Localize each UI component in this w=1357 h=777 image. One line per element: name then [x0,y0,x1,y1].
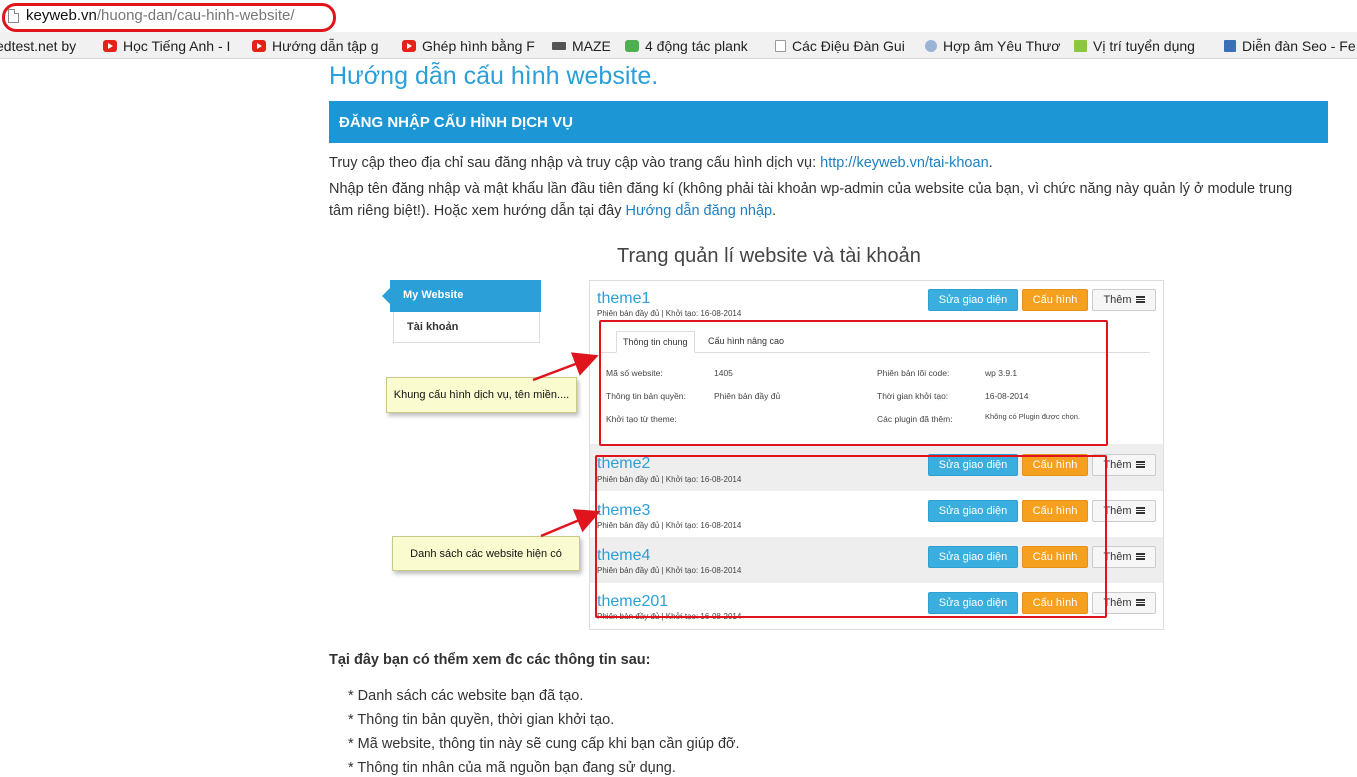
service-frame-note: Khung cấu hình dịch vụ, tên miền.... [386,377,577,413]
configure-button[interactable]: Cấu hình [1022,289,1088,311]
list-icon [1135,553,1145,560]
website-list-highlight [595,455,1107,618]
sidebar-item-my-website[interactable]: My Website [382,280,541,312]
website-meta: Phiên bản đầy đủ | Khởi tạo: 16-08-2014 [597,309,742,318]
edit-theme-button[interactable]: Sửa giao diện [928,289,1018,311]
bookmark-item[interactable]: 4 động tác plank [625,36,759,55]
bookmark-item[interactable]: Ghép hình bằng F [402,36,538,55]
youtube-icon [402,39,416,52]
page-icon [775,39,786,52]
address-bar[interactable]: keyweb.vn/huong-dan/cau-hinh-website/ [0,0,1357,32]
stack-icon [1224,39,1236,52]
login-guide-link[interactable]: Hướng dẫn đăng nhập [625,203,772,219]
maze-icon [552,41,566,50]
intro-paragraph: Truy cập theo địa chỉ sau đăng nhập và t… [329,155,993,171]
list-icon [1135,507,1145,514]
bookmark-item[interactable]: MAZE [552,36,614,55]
page-title: Hướng dẫn cấu hình website. [329,62,659,90]
list-item: * Mã website, thông tin này sẽ cung cấp … [348,736,740,752]
sidebar-item-account[interactable]: Tài khoản [407,321,458,333]
account-sidebar: My Website Tài khoản [382,280,541,343]
list-item: * Thông tin nhân của mã nguồn bạn đang s… [348,760,676,776]
website-name[interactable]: theme1 [597,290,650,308]
fs-icon [625,39,639,52]
youtube-icon [103,39,117,52]
bookmark-item[interactable]: edtest.net by [0,36,82,55]
list-icon [1135,599,1145,606]
disc-icon [925,39,937,52]
bookmark-item[interactable]: Các Điệu Đàn Gui [775,36,913,55]
list-item: * Danh sách các website bạn đã tạo. [348,688,584,704]
bookmark-item[interactable]: Diễn đàn Seo - Fe [1224,36,1357,55]
login-paragraph: Nhập tên đăng nhập và mật khẩu lần đầu t… [329,181,1293,219]
website-list-note: Danh sách các website hiện có [392,536,580,571]
bookmark-item[interactable]: Hướng dẫn tập g [252,36,386,55]
arrow-to-website-list [540,509,601,538]
youtube-icon [252,39,266,52]
screenshot-caption: Trang quản lí website và tài khoản [617,245,921,267]
section-title: ĐĂNG NHẬP CẤU HÌNH DỊCH VỤ [339,114,573,131]
bookmark-item[interactable]: Hợp âm Yêu Thươ [925,36,1063,55]
bookmark-item[interactable]: Học Tiếng Anh - I [103,36,239,55]
list-icon [1135,296,1145,303]
service-frame-highlight [599,320,1108,446]
section-header: ĐĂNG NHẬP CẤU HÌNH DỊCH VỤ [329,101,1328,143]
sidebar-item-label: My Website [403,289,464,301]
list-icon [1135,461,1145,468]
bookmark-item[interactable]: Vị trí tuyển dụng [1074,36,1210,55]
more-button[interactable]: Thêm [1092,289,1156,311]
account-link[interactable]: http://keyweb.vn/tai-khoan [820,155,988,171]
square-icon [1074,39,1087,52]
url-highlight-ring [2,3,336,32]
bookmarks-bar: edtest.net by Học Tiếng Anh - I Hướng dẫ… [0,32,1357,59]
list-item: * Thông tin bản quyền, thời gian khởi tạ… [348,712,615,728]
info-heading: Tại đây bạn có thểm xem đc các thông tin… [329,652,651,668]
